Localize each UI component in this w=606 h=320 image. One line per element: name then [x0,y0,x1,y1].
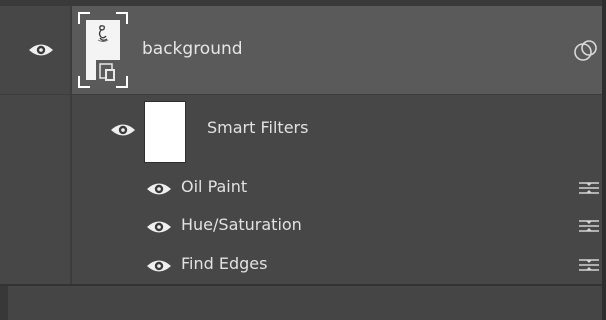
panel-right-edge [602,0,606,320]
filter-blending-options-icon[interactable] [578,217,600,239]
panel-left-edge [0,286,8,320]
eye-icon[interactable] [28,42,54,58]
smart-filters-label[interactable]: Smart Filters [207,118,308,138]
layer-name[interactable]: background [142,39,243,59]
filter-row-oil-paint[interactable]: Oil Paint [140,168,602,204]
row-separator [0,94,602,95]
filter-blending-options-icon[interactable] [578,256,600,278]
filter-row-hue-saturation[interactable]: Hue/Saturation [140,206,602,242]
eye-icon[interactable] [110,122,136,138]
layer-thumbnail[interactable] [78,12,128,88]
filter-row-find-edges[interactable]: Find Edges [140,245,602,281]
filter-label[interactable]: Find Edges [181,254,267,274]
smart-object-filters-icon[interactable] [572,37,600,69]
layers-panel: background Smart Filters Oil Paint Hue/S… [0,0,606,320]
smart-object-badge-icon [96,60,120,86]
figure-sketch-icon [97,25,109,42]
smart-filters-mask-thumbnail[interactable] [144,101,186,163]
empty-layers-area [0,286,602,320]
filter-blending-options-icon[interactable] [578,179,600,201]
eye-icon[interactable] [146,181,172,201]
eye-icon[interactable] [146,258,172,278]
layer-thumbnail-image [86,20,120,86]
filter-label[interactable]: Oil Paint [181,177,247,197]
eye-icon[interactable] [146,219,172,239]
filter-label[interactable]: Hue/Saturation [181,215,302,235]
